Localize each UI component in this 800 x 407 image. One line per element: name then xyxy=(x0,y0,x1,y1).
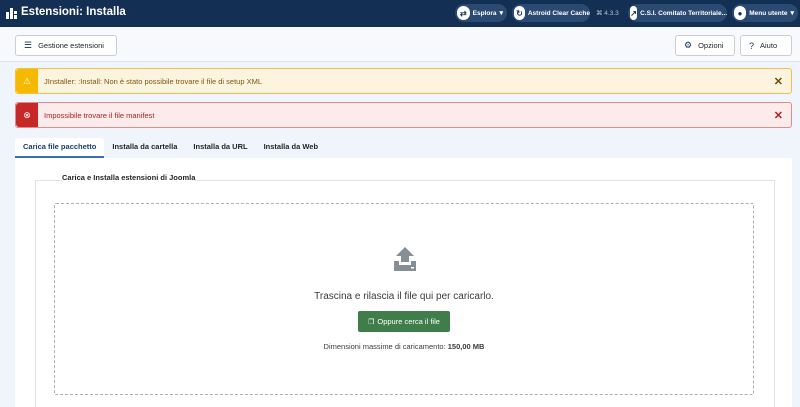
tab-upload-package[interactable]: Carica file pacchetto xyxy=(15,138,105,158)
close-icon[interactable]: ✕ xyxy=(774,109,783,122)
browse-file-button[interactable]: ❐ Oppure cerca il file xyxy=(358,311,450,332)
tab-install-folder[interactable]: Installa da cartella xyxy=(104,138,185,158)
options-label: Opzioni xyxy=(698,41,724,50)
help-label: Aiuto xyxy=(760,41,778,50)
drop-zone[interactable]: Trascina e rilascia il file qui per cari… xyxy=(54,203,754,395)
max-upload-size: Dimensioni massime di caricamento: 150,0… xyxy=(55,342,753,351)
clear-cache-label: Astroid Clear Cache xyxy=(527,9,590,17)
close-icon[interactable]: ✕ xyxy=(774,75,783,88)
drop-instructions: Trascina e rilascia il file qui per cari… xyxy=(314,291,494,302)
upload-icon xyxy=(394,247,416,271)
list-icon: ☰ xyxy=(24,40,33,50)
copy-icon: ❐ xyxy=(368,318,375,326)
user-menu-button[interactable]: ● Menu utente ▾ xyxy=(732,4,798,22)
upload-legend: Carica e Installa estensioni di Joomla xyxy=(62,173,196,182)
error-alert: ⊗ Impossibile trovare il file manifest ✕ xyxy=(15,102,792,128)
error-message: Impossibile trovare il file manifest xyxy=(44,110,155,120)
manage-extensions-button[interactable]: ☰ Gestione estensioni xyxy=(15,35,117,56)
user-menu-label: Menu utente xyxy=(749,9,788,17)
gear-icon: ⚙ xyxy=(684,40,693,50)
upload-panel: Carica e Installa estensioni di Joomla T… xyxy=(15,158,792,407)
page-title: Estensioni: Installa xyxy=(21,6,126,18)
manage-extensions-label: Gestione estensioni xyxy=(38,41,104,50)
install-tabs: Carica file pacchetto Installa da cartel… xyxy=(15,138,792,158)
tab-install-web[interactable]: Installa da Web xyxy=(256,138,326,158)
joomla-logo-icon[interactable] xyxy=(6,7,18,19)
tab-install-url[interactable]: Installa da URL xyxy=(185,138,255,158)
clear-cache-button[interactable]: ↻ Astroid Clear Cache xyxy=(512,4,590,22)
refresh-icon: ↻ xyxy=(514,6,525,20)
warning-icon: ⚠ xyxy=(16,69,38,93)
options-button[interactable]: ⚙ Opzioni xyxy=(675,35,735,56)
help-button[interactable]: ? Aiuto xyxy=(740,35,792,56)
explore-label: Esplora xyxy=(472,9,497,17)
max-size-value: 150,00 MB xyxy=(447,342,485,351)
warning-message: JInstaller: :Install: Non è stato possib… xyxy=(44,76,263,86)
browse-file-label: Oppure cerca il file xyxy=(377,317,440,326)
warning-alert: ⚠ JInstaller: :Install: Non è stato poss… xyxy=(15,68,792,94)
chevron-down-icon: ▾ xyxy=(790,10,794,17)
explore-button[interactable]: ⇄ Esplora ▾ xyxy=(455,4,507,22)
error-icon: ⊗ xyxy=(16,103,38,127)
site-link-button[interactable]: ↗ C.S.I. Comitato Territoriale... xyxy=(628,4,727,22)
site-link-label: C.S.I. Comitato Territoriale... xyxy=(640,9,727,17)
user-icon: ● xyxy=(734,6,747,20)
question-icon: ? xyxy=(749,40,755,51)
chevron-down-icon: ▾ xyxy=(499,10,503,17)
version-label: ⌘ 4.3.3 xyxy=(596,10,619,17)
toolbar: ☰ Gestione estensioni ⚙ Opzioni ? Aiuto xyxy=(0,27,800,62)
external-link-icon: ↗ xyxy=(630,6,638,20)
top-header: Estensioni: Installa ⇄ Esplora ▾ ↻ Astro… xyxy=(0,0,800,27)
max-size-label: Dimensioni massime di caricamento: xyxy=(323,342,446,351)
explore-icon: ⇄ xyxy=(457,6,470,20)
